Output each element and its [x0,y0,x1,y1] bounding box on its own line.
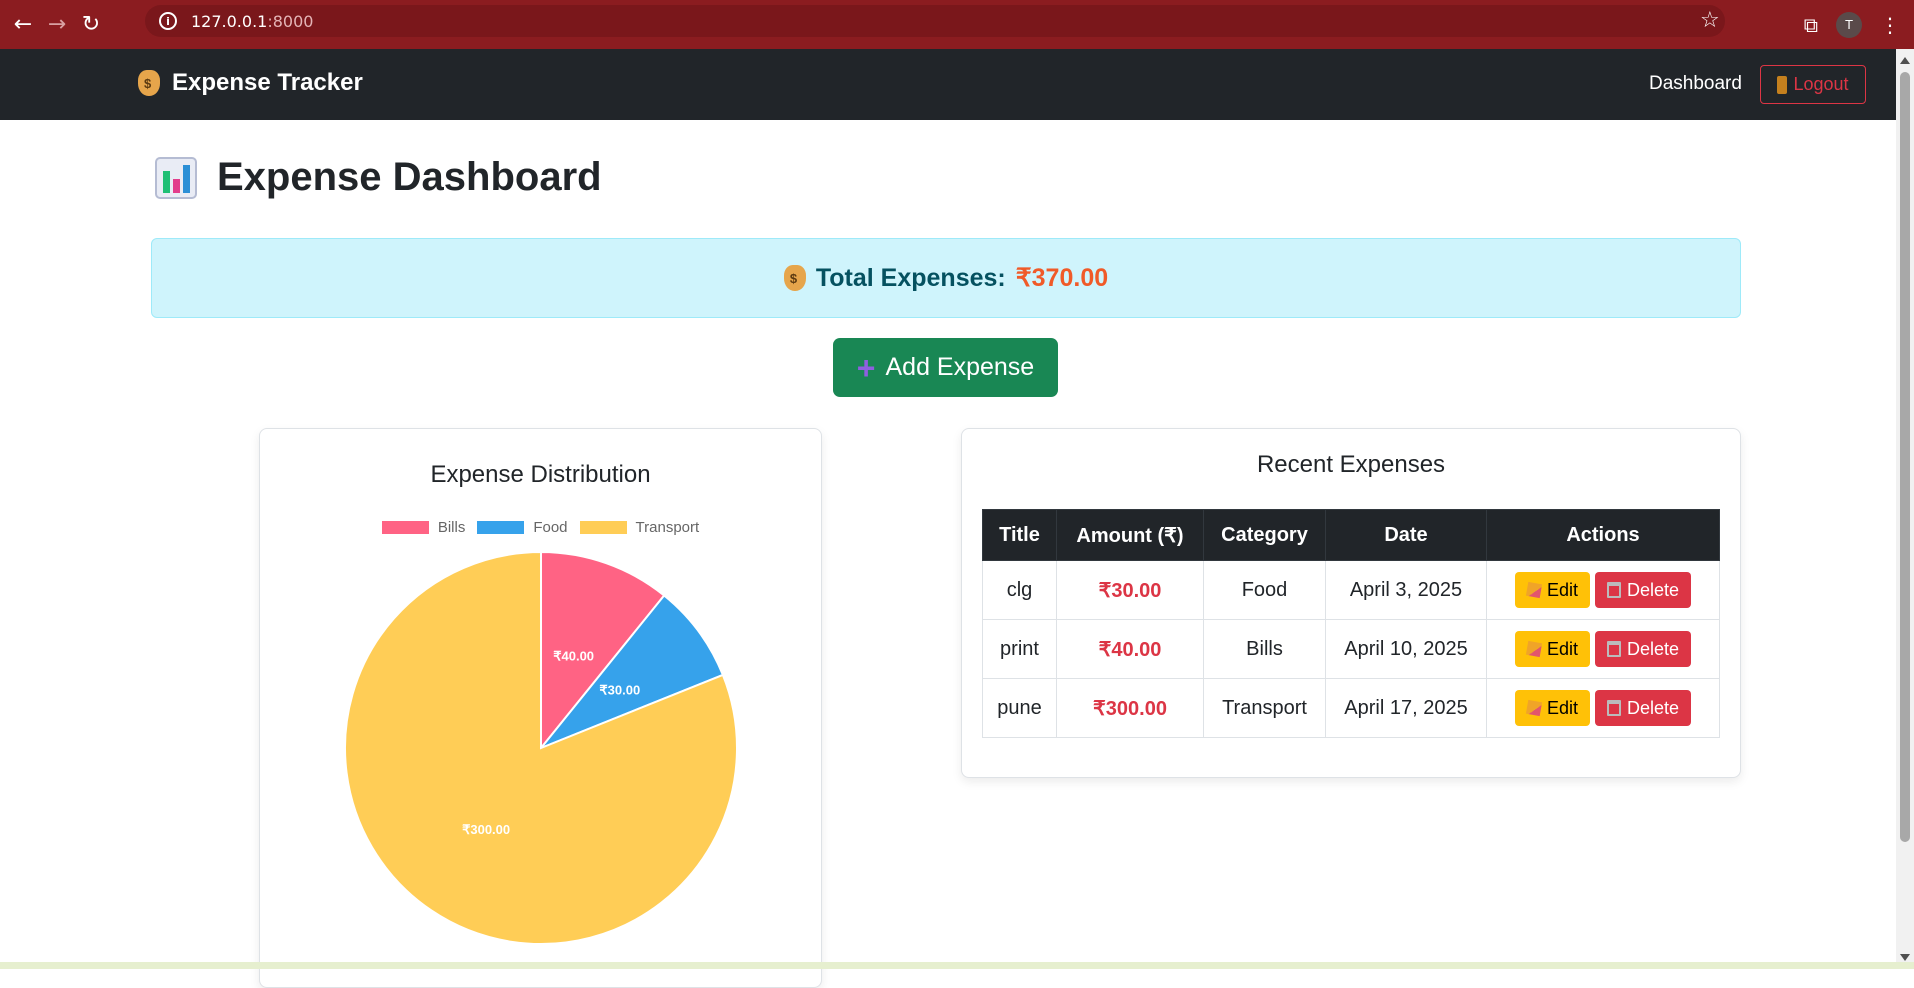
table-row: print ₹40.00 Bills April 10, 2025 Edit De… [982,619,1720,679]
legend-item-food[interactable]: Food [477,519,568,536]
delete-label: Delete [1627,579,1680,600]
bar-chart-icon [155,156,197,199]
edit-button[interactable]: Edit [1514,572,1590,608]
scroll-thumb[interactable] [1900,72,1910,842]
header-title: Title [982,509,1057,561]
brand-label: Expense Tracker [172,69,363,96]
delete-button[interactable]: Delete [1595,572,1692,608]
table-row: clg ₹30.00 Food April 3, 2025 Edit Delete [982,560,1720,620]
pie-label-bills: ₹40.00 [553,649,594,664]
page-scrollbar[interactable] [1896,49,1914,969]
back-icon[interactable]: ← [6,8,40,42]
cell-title: print [982,619,1057,679]
cell-title: pune [982,678,1057,738]
address-bar[interactable]: i 127.0.0.1:8000 [145,5,1725,37]
plus-icon: + [856,349,876,386]
legend-item-bills[interactable]: Bills [381,519,466,536]
scroll-up-icon[interactable] [1900,57,1910,64]
edit-label: Edit [1546,638,1578,659]
pencil-icon [1525,699,1543,717]
delete-label: Delete [1627,638,1680,659]
pie-label-food: ₹30.00 [599,683,640,698]
app-navbar: Expense Tracker Dashboard Logout [0,49,1896,120]
cell-actions: Edit Delete [1486,619,1720,679]
bookmark-star-icon[interactable]: ☆ [1700,8,1720,33]
pie-label-transport: ₹300.00 [462,822,510,837]
total-value: ₹370.00 [1015,264,1109,292]
cell-category: Food [1203,560,1326,620]
page-title: Expense Dashboard [155,155,602,200]
forward-icon[interactable]: → [40,8,74,42]
url-host: 127.0.0.1 [191,11,268,31]
nav-dashboard-link[interactable]: Dashboard [1649,73,1742,95]
edit-label: Edit [1546,579,1578,600]
header-category: Category [1203,509,1326,561]
legend-swatch [579,521,627,534]
cell-actions: Edit Delete [1486,560,1720,620]
cell-date: April 17, 2025 [1325,678,1487,738]
cell-actions: Edit Delete [1486,678,1720,738]
extensions-icon[interactable]: ⧉ [1804,13,1818,37]
browser-toolbar: ← → ↻ i 127.0.0.1:8000 ☆ ⧉ T ⋮ [0,0,1914,49]
page-title-text: Expense Dashboard [217,155,602,199]
brand-link[interactable]: Expense Tracker [138,69,363,97]
logout-button[interactable]: Logout [1760,65,1866,104]
pencil-icon [1525,581,1543,599]
expenses-table: Title Amount (₹) Category Date Actions c… [982,509,1720,738]
legend-item-transport[interactable]: Transport [579,519,700,536]
add-expense-label: Add Expense [885,353,1035,381]
legend-label: Transport [635,519,700,536]
table-header-row: Title Amount (₹) Category Date Actions [982,509,1720,561]
delete-button[interactable]: Delete [1595,631,1692,667]
total-label: Total Expenses: [815,263,1006,292]
expense-distribution-card: Expense Distribution Bills Food Transpor… [259,428,822,988]
legend-label: Food [533,519,568,536]
trash-icon [1607,641,1621,657]
add-expense-button[interactable]: + Add Expense [833,338,1058,397]
header-date: Date [1325,509,1487,561]
logout-label: Logout [1793,74,1849,94]
money-bag-icon [138,70,160,96]
cell-category: Transport [1203,678,1326,738]
money-bag-icon [783,265,806,291]
recent-expenses-card: Recent Expenses Title Amount (₹) Categor… [961,428,1741,778]
total-expenses-alert: Total Expenses: ₹370.00 [151,238,1741,318]
cell-amount: ₹40.00 [1056,619,1204,679]
legend-swatch [477,521,525,534]
cell-amount: ₹30.00 [1056,560,1204,620]
delete-button[interactable]: Delete [1595,690,1692,726]
table-row: pune ₹300.00 Transport April 17, 2025 Ed… [982,678,1720,738]
legend-label: Bills [437,519,466,536]
site-info-icon[interactable]: i [159,12,177,30]
delete-label: Delete [1627,697,1680,718]
cell-amount: ₹300.00 [1056,678,1204,738]
trash-icon [1607,700,1621,716]
reload-icon[interactable]: ↻ [74,8,108,42]
chart-card-title: Expense Distribution [430,461,651,488]
edit-button[interactable]: Edit [1514,631,1590,667]
url-port: :8000 [267,11,314,31]
menu-kebab-icon[interactable]: ⋮ [1880,13,1900,37]
trash-icon [1607,582,1621,598]
scroll-down-icon[interactable] [1900,954,1910,961]
edit-label: Edit [1546,697,1578,718]
table-card-title: Recent Expenses [1256,451,1446,478]
door-icon [1777,75,1788,94]
chart-legend: Bills Food Transport [260,519,821,536]
edit-button[interactable]: Edit [1514,690,1590,726]
pencil-icon [1525,640,1543,658]
profile-avatar[interactable]: T [1836,11,1862,38]
cell-title: clg [982,560,1057,620]
bottom-strip [0,962,1914,969]
legend-swatch [381,521,429,534]
cell-date: April 3, 2025 [1325,560,1487,620]
pie-chart: ₹40.00 ₹30.00 ₹300.00 [344,550,738,945]
cell-category: Bills [1203,619,1326,679]
cell-date: April 10, 2025 [1325,619,1487,679]
header-amount: Amount (₹) [1056,509,1204,561]
header-actions: Actions [1486,509,1720,561]
